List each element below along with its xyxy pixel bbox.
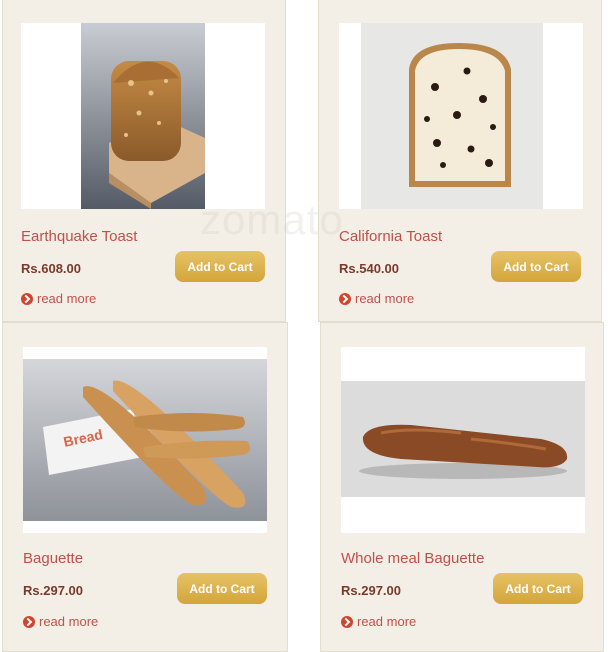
- add-to-cart-button[interactable]: Add to Cart: [177, 573, 267, 604]
- read-more-arrow-icon: [23, 615, 35, 628]
- read-more-arrow-icon: [341, 615, 353, 628]
- add-to-cart-button[interactable]: Add to Cart: [493, 573, 583, 604]
- add-to-cart-button[interactable]: Add to Cart: [491, 251, 581, 282]
- product-title[interactable]: Earthquake Toast: [21, 228, 137, 245]
- product-card-california-toast: California Toast Rs.540.00 Add to Cart r…: [318, 0, 602, 322]
- product-price: Rs.608.00: [21, 261, 81, 276]
- add-to-cart-button[interactable]: Add to Cart: [175, 251, 265, 282]
- product-price: Rs.297.00: [341, 583, 401, 598]
- read-more-arrow-icon: [21, 292, 33, 305]
- product-image-baguette[interactable]: Bread: [23, 347, 267, 533]
- read-more-link[interactable]: read more: [341, 614, 416, 629]
- product-title[interactable]: Baguette: [23, 550, 83, 567]
- product-image-whole-meal-baguette[interactable]: [341, 347, 585, 533]
- read-more-arrow-icon: [339, 292, 351, 305]
- read-more-label: read more: [357, 614, 417, 629]
- read-more-label: read more: [37, 291, 97, 306]
- product-card-whole-meal-baguette: Whole meal Baguette Rs.297.00 Add to Car…: [320, 322, 604, 652]
- product-title[interactable]: California Toast: [339, 228, 442, 245]
- read-more-link[interactable]: read more: [23, 614, 98, 629]
- product-card-earthquake-toast: Earthquake Toast Rs.608.00 Add to Cart r…: [2, 0, 286, 322]
- product-image-california-toast[interactable]: [339, 23, 583, 209]
- read-more-link[interactable]: read more: [339, 291, 414, 306]
- product-price: Rs.540.00: [339, 261, 399, 276]
- watermark: zomato: [200, 196, 344, 243]
- product-image-earthquake-toast[interactable]: [21, 23, 265, 209]
- product-card-baguette: Bread Baguette Rs.297.00 Add to Cart rea…: [2, 322, 288, 652]
- read-more-label: read more: [355, 291, 415, 306]
- read-more-link[interactable]: read more: [21, 291, 96, 306]
- product-title[interactable]: Whole meal Baguette: [341, 550, 484, 567]
- read-more-label: read more: [39, 614, 99, 629]
- product-price: Rs.297.00: [23, 583, 83, 598]
